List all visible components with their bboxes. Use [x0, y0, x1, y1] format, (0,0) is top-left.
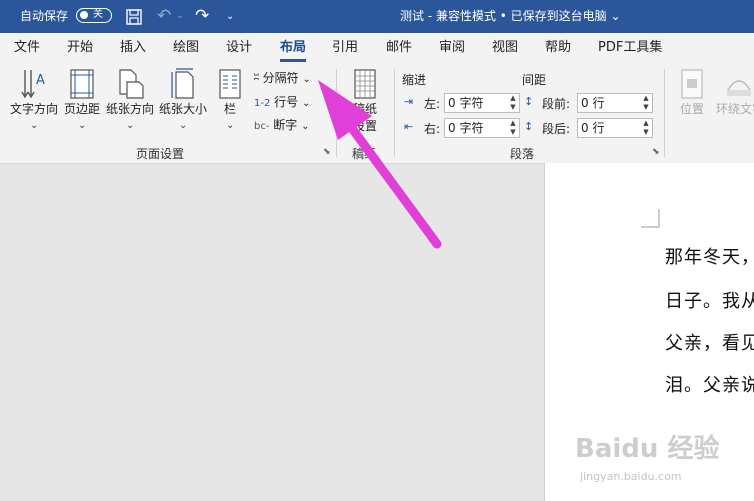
annotation-arrow: [318, 80, 442, 249]
watermark-brand: Baidu 经验: [575, 434, 720, 464]
watermark-url: jingyan.baidu.com: [580, 470, 682, 483]
